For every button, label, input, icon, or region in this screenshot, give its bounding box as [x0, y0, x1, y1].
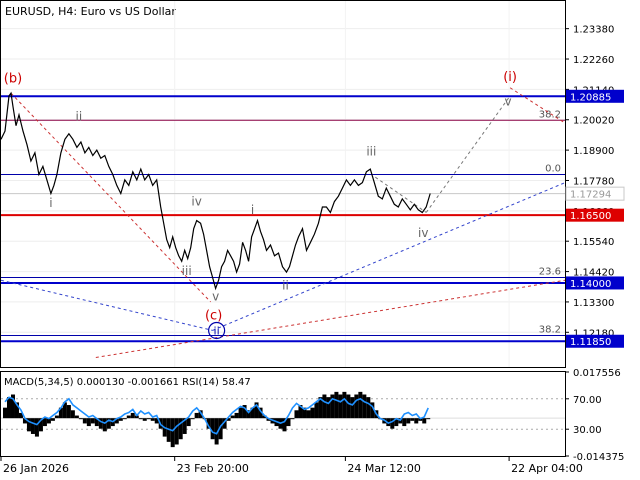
macd-bar [294, 410, 299, 419]
macd-bar [90, 418, 95, 424]
level-price-tag-label: 1.14000 [570, 279, 611, 290]
time-tick-label: 23 Feb 20:00 [177, 462, 249, 475]
price-tick-label: 1.20020 [573, 116, 614, 127]
macd-bar [426, 418, 431, 420]
fib-label: 38.2 [539, 325, 561, 336]
wave-label: v [212, 290, 219, 304]
macd-bar [342, 391, 347, 419]
wave-label: (b) [4, 71, 22, 86]
macd-bar [410, 418, 415, 421]
fib-label: 23.6 [539, 267, 561, 278]
level-price-tag-label: 1.20885 [570, 92, 611, 103]
macd-bar [70, 410, 75, 419]
macd-bar [78, 418, 83, 420]
macd-bar [194, 412, 199, 419]
macd-bar [30, 418, 35, 434]
macd-bar [366, 397, 371, 419]
macd-bar [326, 397, 331, 419]
macd-bar [334, 391, 339, 419]
level-price-tag-label: 1.16500 [570, 211, 611, 222]
macd-bar [6, 397, 11, 419]
macd-bar [230, 415, 235, 419]
macd-bar [146, 418, 151, 420]
wave-label: i [49, 196, 52, 210]
macd-bar [66, 405, 71, 419]
macd-bar [54, 415, 59, 419]
macd-bar [362, 394, 367, 419]
macd-bar [150, 418, 155, 421]
indicator-tick-label: 30.00 [573, 425, 602, 436]
price-tick-label: 1.23380 [573, 25, 614, 36]
macd-bar [74, 415, 79, 419]
price-tick-label: 1.18900 [573, 146, 614, 157]
wave-label: iv [418, 226, 428, 240]
macd-bar [42, 418, 47, 427]
price-axis: 1.233801.222601.211401.200201.189001.177… [565, 25, 614, 339]
price-tick-label: 1.17780 [573, 176, 614, 187]
macd-bar [126, 415, 131, 419]
macd-bar [190, 418, 195, 420]
macd-bar [174, 418, 179, 445]
macd-bar [118, 418, 123, 421]
macd-bar [142, 418, 147, 421]
level-price-tag-label: 1.11850 [570, 337, 611, 348]
macd-bar [130, 412, 135, 419]
price-tick-label: 1.22260 [573, 55, 614, 66]
wave-label: iii [366, 145, 376, 159]
price-tick-label: 1.13300 [573, 298, 614, 309]
price-tags: 1.17294 1.20885 1.16500 1.14000 1.11850 [565, 89, 625, 348]
wave-label: (c) [205, 309, 222, 324]
wave-label-circled: ii [214, 324, 220, 337]
macd-bar [322, 394, 327, 419]
macd-bar [406, 418, 411, 424]
macd-bar [122, 418, 127, 420]
wave-label: iii [182, 264, 192, 278]
indicator-title: MACD(5,34,5) 0.000130 -0.001661 RSI(14) … [4, 377, 251, 388]
wave-label: v [505, 94, 512, 108]
macd-bar [102, 418, 107, 432]
indicator-tick-label: 0.017556 [573, 368, 621, 379]
main-chart-frame [0, 0, 566, 368]
macd-bar [286, 418, 291, 427]
time-tick-label: 24 Mar 12:00 [347, 462, 420, 475]
macd-bar [414, 418, 419, 424]
macd-bar [402, 418, 407, 427]
macd-bar [422, 418, 427, 424]
macd-bar [306, 410, 311, 419]
macd-bar [350, 397, 355, 419]
macd-bar [354, 394, 359, 419]
price-tick-label: 1.15540 [573, 237, 614, 248]
last-price-tag-label: 1.17294 [570, 190, 611, 201]
macd-bar [346, 394, 351, 419]
time-axis: 26 Jan 2026 23 Feb 20:00 24 Mar 12:00 22 Ap… [0, 456, 583, 475]
wave-label: (i) [503, 70, 517, 85]
macd-bar [186, 418, 191, 427]
time-tick-label: 22 Apr 04:00 [511, 462, 583, 475]
macd-bar [238, 407, 243, 419]
chart-title: EURUSD, H4: Euro vs US Dollar [5, 5, 176, 18]
macd-bar [86, 418, 91, 427]
macd-bar [290, 418, 295, 420]
fib-label: 0.0 [545, 164, 561, 175]
macd-bar [338, 394, 343, 419]
macd-bar [170, 418, 175, 448]
macd-bar [234, 412, 239, 419]
macd-bar [50, 418, 55, 421]
indicator-tick-label: 70.00 [573, 395, 602, 406]
wave-label: ii [76, 109, 83, 123]
wave-label: i [251, 203, 254, 217]
macd-bar [34, 418, 39, 437]
time-tick-label: 26 Jan 2026 [3, 462, 69, 475]
eurusd-chart[interactable]: EURUSD, H4: Euro vs US Dollar 38.2 0.0 23.… [0, 0, 640, 480]
macd-bar [358, 391, 363, 419]
macd-bar [138, 418, 143, 420]
wave-label: iv [191, 195, 201, 209]
indicator-axis: 0.01755670.0030.00-0.014375 [565, 368, 624, 463]
macd-bar [82, 418, 87, 424]
macd-bar [2, 407, 7, 419]
macd-bar [310, 407, 315, 419]
macd-bar [314, 402, 319, 419]
wave-label: ii [282, 279, 289, 293]
